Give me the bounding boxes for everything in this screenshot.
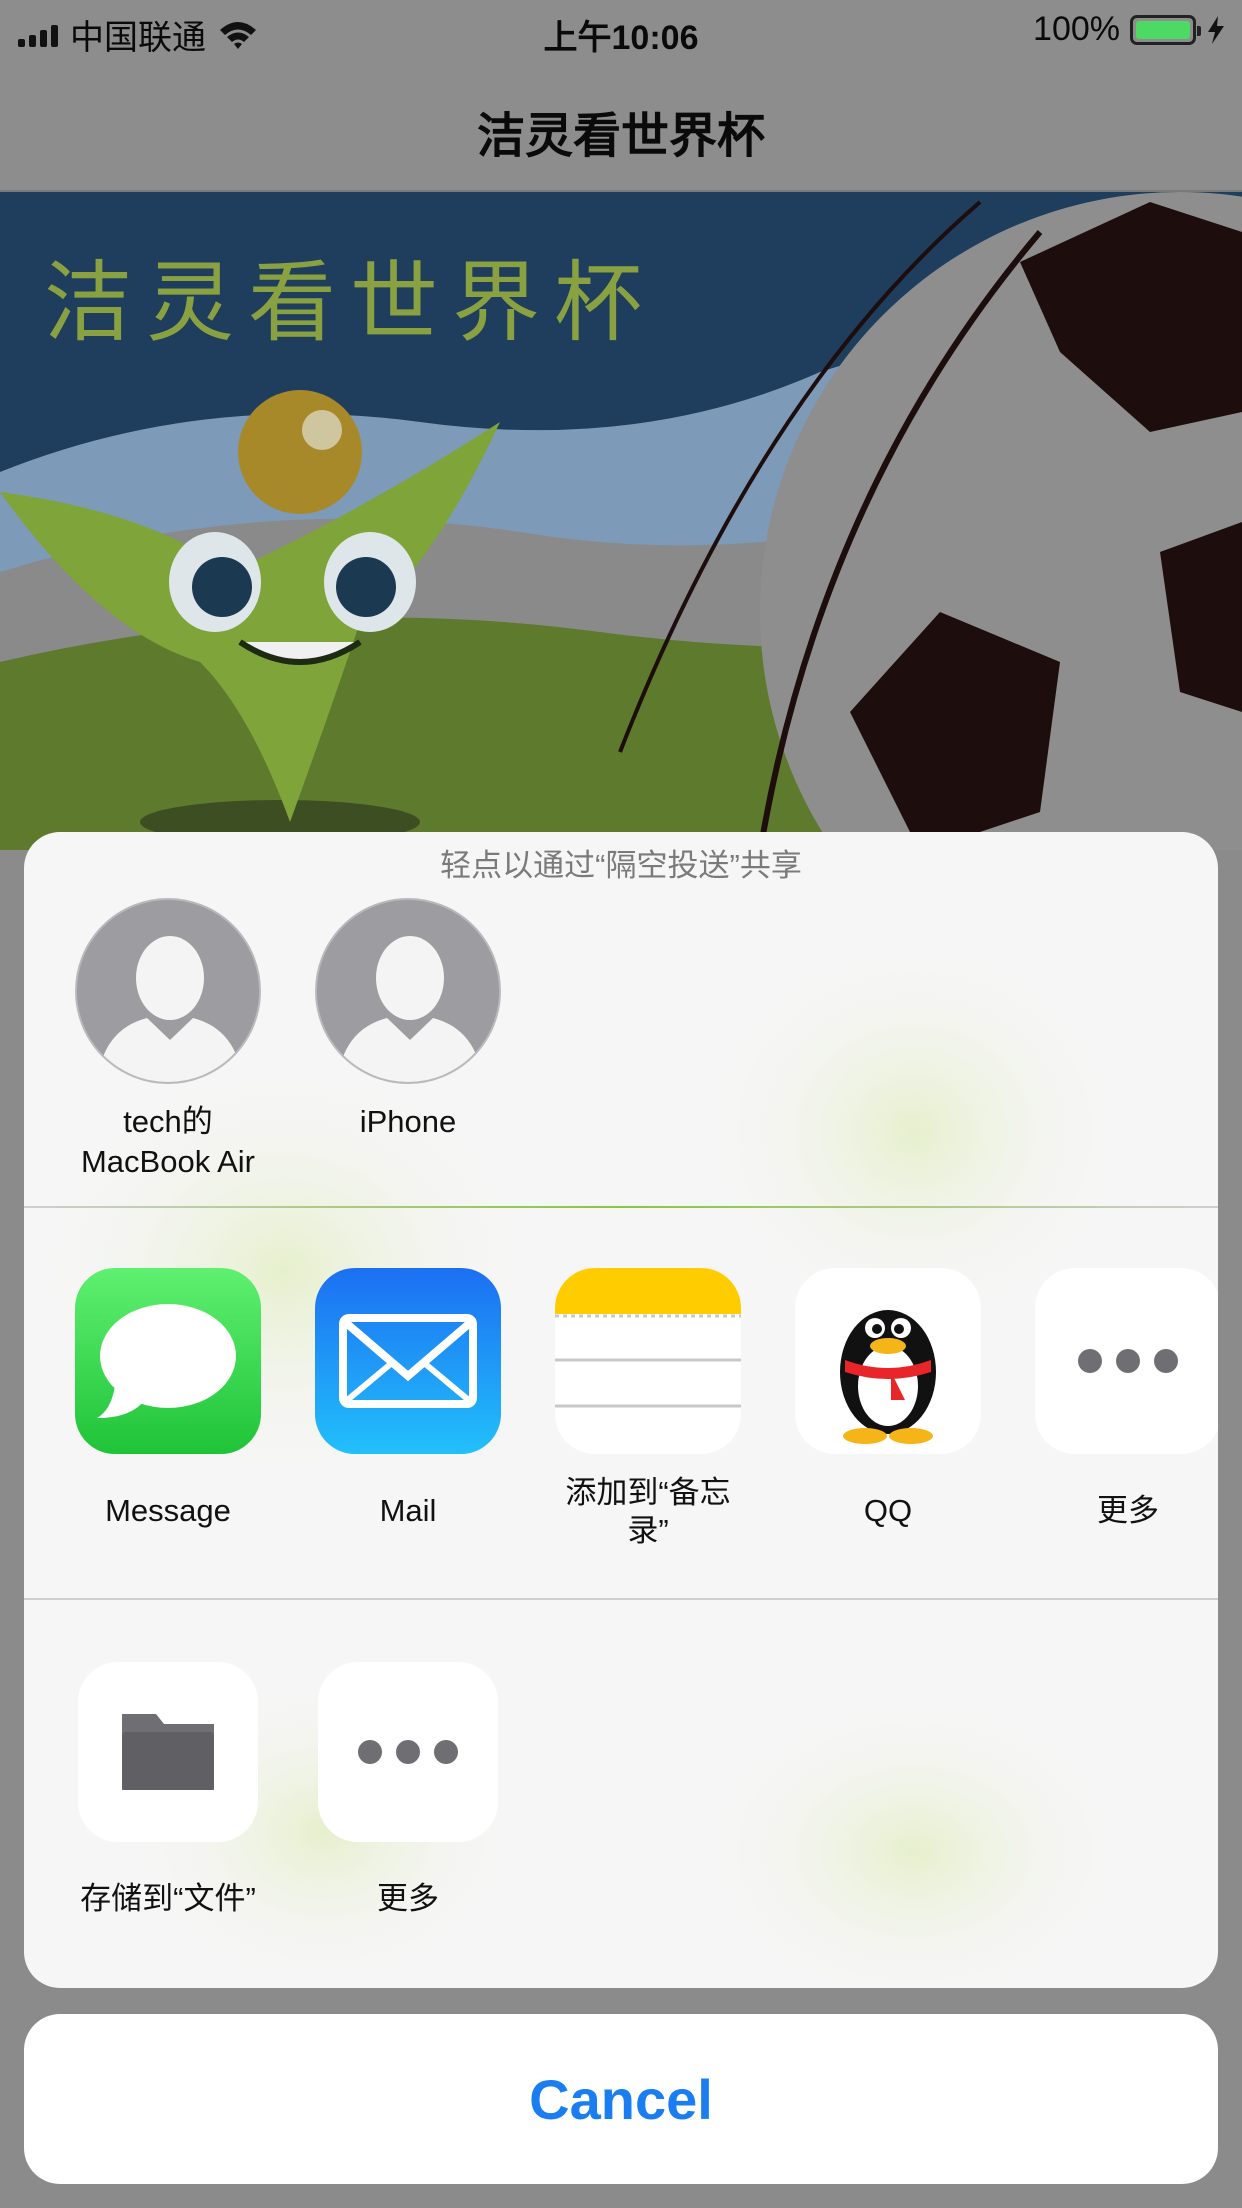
contact-avatar-icon (315, 898, 501, 1084)
action-save-to-files[interactable]: 存储到“文件” (58, 1662, 278, 1918)
airdrop-target-iphone[interactable]: iPhone (298, 898, 518, 1142)
status-bar: 中国联通 上午10:06 100% (0, 0, 1242, 60)
contact-avatar-icon (75, 898, 261, 1084)
airdrop-target-name-line2: MacBook Air (80, 1144, 255, 1179)
battery-percent: 100% (1033, 10, 1120, 48)
page-title: 洁灵看世界杯 (476, 110, 765, 163)
banner-title: 洁灵看世界杯 (44, 251, 657, 354)
share-sheet: 轻点以通过“隔空投送”共享 tech的 MacBook Air iPhone M… (24, 832, 1218, 1988)
action-label: 更多 (377, 1881, 439, 1916)
share-app-message[interactable]: Message (58, 1268, 278, 1530)
qq-penguin-icon (795, 1268, 981, 1454)
app-label-line1: 添加到“备忘 (565, 1475, 731, 1510)
share-app-more[interactable]: 更多 (1018, 1268, 1218, 1530)
charging-bolt-icon (1208, 15, 1224, 44)
app-label: QQ (863, 1493, 913, 1528)
app-label: 添加到“备忘 录” (538, 1474, 758, 1550)
airdrop-target-name: iPhone (359, 1104, 457, 1139)
airdrop-target-macbook[interactable]: tech的 MacBook Air (58, 898, 278, 1182)
app-label: Message (105, 1493, 231, 1528)
airdrop-hint: 轻点以通过“隔空投送”共享 (440, 848, 802, 883)
airdrop-target-name-line1: tech的 (123, 1104, 213, 1139)
more-dots-icon (1035, 1268, 1218, 1454)
share-app-mail[interactable]: Mail (298, 1268, 518, 1530)
messages-icon (75, 1268, 261, 1454)
navigation-bar: 洁灵看世界杯 (0, 60, 1242, 192)
cancel-button[interactable]: Cancel (24, 2014, 1218, 2184)
section-divider (24, 1598, 1218, 1600)
cancel-card: Cancel (24, 2014, 1218, 2184)
app-label-line2: 录” (627, 1513, 669, 1548)
mail-icon (315, 1268, 501, 1454)
notes-icon (555, 1268, 741, 1454)
folder-icon (78, 1662, 258, 1842)
section-divider (24, 1206, 1218, 1208)
airdrop-target-label: iPhone (298, 1102, 518, 1142)
action-label: 存储到“文件” (80, 1881, 256, 1916)
action-more[interactable]: 更多 (298, 1662, 518, 1918)
airdrop-target-label: tech的 MacBook Air (58, 1102, 278, 1182)
app-label: Mail (379, 1493, 437, 1528)
share-app-qq[interactable]: QQ (778, 1268, 998, 1530)
status-right: 100% (1033, 10, 1226, 49)
app-label: 更多 (1097, 1493, 1159, 1528)
battery-icon (1130, 14, 1201, 45)
share-app-notes[interactable]: 添加到“备忘 录” (538, 1268, 758, 1550)
banner-image[interactable]: 洁灵看世界杯 (0, 192, 1242, 850)
more-dots-icon (318, 1662, 498, 1842)
